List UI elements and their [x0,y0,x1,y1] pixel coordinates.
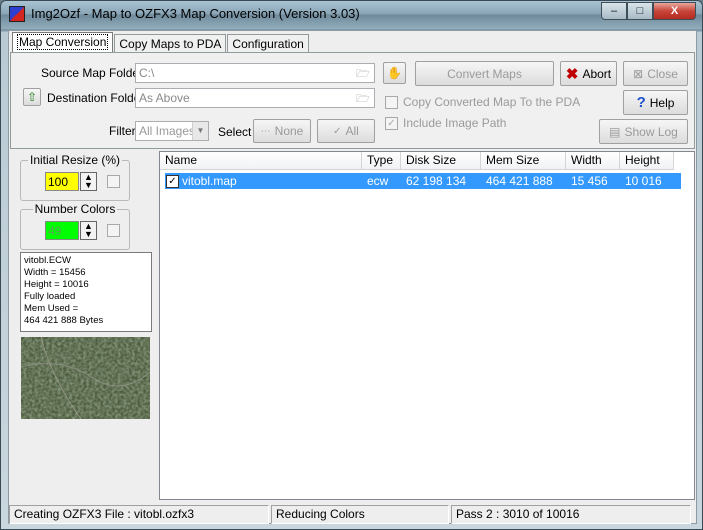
map-file-table[interactable]: Name Type Disk Size Mem Size Width Heigh… [159,151,695,500]
tab-map-conversion[interactable]: Map Conversion [12,32,114,53]
table-header: Name Type Disk Size Mem Size Width Heigh… [160,152,674,170]
select-none-icon: ⋯ [260,125,271,137]
title-bar[interactable]: Img2Ozf - Map to OZFX3 Map Conversion (V… [1,1,702,29]
app-icon [9,6,25,22]
info-line: Fully loaded [24,291,76,302]
row-width: 15 456 [571,174,608,188]
status-step: Reducing Colors [271,505,449,524]
col-type[interactable]: Type [362,152,401,169]
minimize-icon: – [610,5,618,17]
info-line: Height = 10016 [24,279,89,290]
show-log-button[interactable]: ▤ Show Log [599,119,688,144]
hand-button[interactable]: ✋ [383,62,406,84]
caption-buttons: – □ X [601,2,696,20]
colors-spinner[interactable]: ▲ ▼ [80,221,97,240]
select-none-button[interactable]: ⋯ None [253,119,311,143]
colors-group: Number Colors 49 ▲ ▼ [20,202,130,250]
resize-spinner[interactable]: ▲ ▼ [80,172,97,191]
status-pass: Pass 2 : 3010 of 10016 [451,505,691,524]
source-folder-value: C:\ [139,66,155,80]
info-line: Width = 15456 [24,267,86,278]
chevron-down-icon: ▼ [192,122,208,140]
convert-maps-button[interactable]: Convert Maps [415,61,554,86]
col-name[interactable]: Name [160,152,362,169]
spin-icon: ▲ ▼ [84,172,93,190]
minimize-button[interactable]: – [601,2,627,20]
include-path-checkbox[interactable]: ✓ [385,117,398,130]
destination-folder-field[interactable]: As Above 🗁 [135,88,375,108]
row-name: vitobl.map [182,174,237,188]
filter-label: Filter [109,124,136,138]
abort-label: Abort [582,66,612,81]
destination-folder-value: As Above [139,91,190,105]
source-folder-label: Source Map Folder [41,66,144,80]
row-name-cell: ✓ vitobl.map [165,173,362,189]
show-log-label: Show Log [624,124,678,139]
source-folder-field[interactable]: C:\ 🗁 [135,63,375,83]
include-path-label: Include Image Path [403,116,507,130]
col-disk-size[interactable]: Disk Size [401,152,481,169]
maximize-button[interactable]: □ [627,2,653,20]
row-disk-size: 62 198 134 [406,174,467,188]
close-doc-icon: ⊠ [633,66,644,81]
close-label: Close [647,66,678,81]
log-icon: ▤ [609,124,621,139]
status-file: Creating OZFX3 File : vitobl.ozfx3 [9,505,269,524]
info-line: 464 421 888 Bytes [24,315,104,326]
select-all-button[interactable]: ✓ All [317,119,375,143]
select-label: Select [218,125,252,139]
col-width[interactable]: Width [566,152,620,169]
colors-checkbox[interactable] [107,224,120,237]
row-checkbox[interactable]: ✓ [166,174,179,188]
resize-input[interactable]: 100 [45,172,79,191]
table-row[interactable]: ✓ vitobl.map ecw 62 198 134 464 421 888 … [165,173,681,189]
abort-icon: ✖ [565,65,579,83]
conversion-panel: Source Map Folder C:\ 🗁 ✋ ⇧ Destination … [10,52,695,149]
row-height: 10 016 [625,174,662,188]
close-button[interactable]: ⊠ Close [623,61,688,86]
help-label: Help [649,95,675,110]
copy-pda-checkbox[interactable] [385,96,398,109]
close-icon: X [670,5,679,17]
client-area: Map Conversion Copy Maps to PDA Configur… [8,30,697,524]
maximize-icon: □ [636,5,644,17]
resize-checkbox[interactable] [107,175,120,188]
tab-strip: Map Conversion Copy Maps to PDA Configur… [12,32,310,53]
folder-open-icon[interactable]: 🗁 [353,65,373,81]
map-thumbnail [21,337,150,419]
colors-title: Number Colors [32,202,118,216]
filter-value: All Images [139,124,196,138]
hand-icon: ✋ [387,66,402,80]
tab-configuration[interactable]: Configuration [227,34,309,53]
map-info-box: vitobl.ECW Width = 15456 Height = 10016 … [20,252,152,332]
select-none-label: None [274,124,304,138]
abort-button[interactable]: ✖ Abort [560,61,617,86]
filter-select[interactable]: All Images ▼ [135,121,209,141]
window-title: Img2Ozf - Map to OZFX3 Map Conversion (V… [31,6,360,21]
destination-folder-label: Destination Folder [47,91,145,105]
col-height[interactable]: Height [620,152,674,169]
tab-copy-maps[interactable]: Copy Maps to PDA [114,34,227,53]
up-arrow-button[interactable]: ⇧ [23,88,41,106]
help-button[interactable]: ? Help [623,90,688,115]
folder-open-icon[interactable]: 🗁 [353,90,373,106]
select-all-icon: ✓ [333,125,342,137]
colors-input[interactable]: 49 [45,221,79,240]
up-arrow-icon: ⇧ [26,90,38,104]
select-all-label: All [345,124,359,138]
app-window: Img2Ozf - Map to OZFX3 Map Conversion (V… [0,0,703,530]
spin-icon: ▲ ▼ [84,221,93,239]
resize-title: Initial Resize (%) [27,153,123,167]
help-icon: ? [636,94,646,111]
col-mem-size[interactable]: Mem Size [481,152,566,169]
copy-pda-label: Copy Converted Map To the PDA [403,95,581,109]
resize-group: Initial Resize (%) 100 ▲ ▼ [20,153,130,201]
close-window-button[interactable]: X [653,2,696,20]
info-line: vitobl.ECW [24,255,71,266]
row-mem-size: 464 421 888 [486,174,553,188]
info-line: Mem Used = [24,303,79,314]
row-type: ecw [367,174,389,188]
status-bar: Creating OZFX3 File : vitobl.ozfx3 Reduc… [9,505,696,524]
tab-label: Map Conversion [17,34,109,50]
